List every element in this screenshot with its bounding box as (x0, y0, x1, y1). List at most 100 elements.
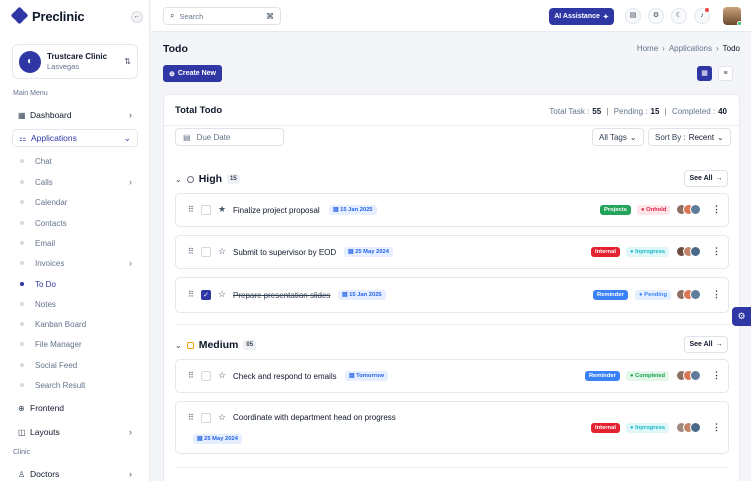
group-count-badge: 05 (243, 340, 257, 350)
sidebar-subitem-social-feed[interactable]: Social Feed (20, 357, 138, 373)
create-new-button[interactable]: ⊕ Create New (163, 65, 222, 82)
bullet-icon (20, 200, 24, 204)
more-options-icon[interactable]: ⋮ (712, 246, 721, 257)
sidebar-subitem-chat[interactable]: Chat (20, 153, 138, 169)
sidebar-subitem-notes[interactable]: Notes (20, 296, 138, 312)
dark-mode-icon[interactable]: ☾ (671, 8, 687, 24)
assignee-avatars[interactable] (676, 246, 701, 257)
task-checkbox[interactable] (201, 371, 211, 381)
sidebar-subitem-label: Calls (35, 177, 53, 187)
status-badge: ● Inprogress (626, 423, 670, 433)
tags-filter-dropdown[interactable]: All Tags ⌄ (592, 128, 644, 146)
settings-icon: ⚙ (737, 311, 746, 321)
clinic-name: Trustcare Clinic (47, 52, 108, 61)
grid-icon: ▦ (701, 70, 708, 77)
assignee-avatars[interactable] (676, 289, 701, 300)
assignee-avatars[interactable] (676, 204, 701, 215)
drag-handle-icon[interactable]: ⠿ (188, 413, 194, 422)
logo[interactable]: Preclinic (10, 6, 85, 25)
see-all-label: See All (689, 341, 713, 348)
calendar-icon[interactable]: ▤ (625, 8, 641, 24)
clinic-switcher[interactable]: ◐ Trustcare Clinic Lasvegas ⇅ (12, 44, 138, 79)
chevron-right-icon: › (129, 258, 132, 268)
star-outline-icon[interactable]: ☆ (218, 289, 226, 300)
assignee-avatars[interactable] (676, 422, 701, 433)
drag-handle-icon[interactable]: ⠿ (188, 371, 194, 380)
task-title: Check and respond to emails (233, 372, 337, 381)
user-avatar[interactable] (723, 7, 742, 26)
ai-assistance-button[interactable]: AI Assistance ✦ (549, 8, 614, 25)
sidebar-item-layouts[interactable]: ◫ Layouts › (12, 423, 138, 441)
dashboard-icon: ▦ (18, 110, 26, 120)
drag-handle-icon[interactable]: ⠿ (188, 290, 194, 299)
assignee-avatars[interactable] (676, 370, 701, 381)
breadcrumb-applications[interactable]: Applications (669, 44, 712, 53)
sidebar-subitem-kanban[interactable]: Kanban Board (20, 316, 138, 332)
sidebar-subitem-email[interactable]: Email (20, 235, 138, 251)
divider (175, 467, 729, 468)
theme-settings-button[interactable]: ⚙ (732, 307, 751, 326)
drag-handle-icon[interactable]: ⠿ (188, 247, 194, 256)
group-count-badge: 15 (227, 174, 240, 184)
star-outline-icon[interactable]: ☆ (218, 246, 226, 257)
search-icon: ⌕ (170, 11, 175, 20)
more-options-icon[interactable]: ⋮ (712, 422, 721, 433)
see-all-button[interactable]: See All → (684, 336, 728, 353)
status-badge: ● Pending (635, 290, 671, 300)
tag-badge: Projects (600, 205, 631, 215)
bullet-icon (20, 221, 24, 225)
star-outline-icon[interactable]: ☆ (218, 370, 226, 381)
sidebar-subitem-calendar[interactable]: Calendar (20, 194, 138, 210)
see-all-button[interactable]: See All → (684, 170, 728, 187)
sidebar-item-label: Applications (31, 133, 77, 143)
sidebar-subitem-label: Notes (35, 299, 56, 309)
task-checkbox[interactable] (201, 247, 211, 257)
arrow-right-icon: → (715, 175, 723, 182)
sidebar-subitem-invoices[interactable]: Invoices › (20, 255, 138, 271)
sidebar-item-frontend[interactable]: ⊕ Frontend (12, 399, 138, 417)
tag-badge: Internal (591, 423, 620, 433)
sidebar-item-doctors[interactable]: ♙ Doctors › (12, 465, 138, 481)
due-date-input[interactable]: ▤ Due Date (175, 128, 284, 146)
clinic-location: Lasvegas (47, 62, 80, 71)
grid-view-button[interactable]: ▦ (697, 66, 712, 81)
settings-icon[interactable]: ⚙ (648, 8, 664, 24)
sidebar-subitem-label: Calendar (35, 197, 68, 207)
task-row[interactable]: ⠿ ☆ Coordinate with department head on p… (175, 401, 729, 454)
sidebar-item-applications[interactable]: ⚏ Applications ⌄ (12, 129, 138, 147)
divider (164, 125, 739, 126)
task-row[interactable]: ⠿ ✓ ☆ Prepare presentation slides ▤ 15 J… (175, 277, 729, 313)
drag-handle-icon[interactable]: ⠿ (188, 205, 194, 214)
breadcrumb-home[interactable]: Home (637, 44, 658, 53)
sort-dropdown[interactable]: Sort By : Recent ⌄ (648, 128, 731, 146)
sidebar-subitem-label: To Do (35, 279, 56, 289)
task-checkbox[interactable] (201, 205, 211, 215)
list-view-button[interactable]: ≡ (718, 66, 733, 81)
sidebar-subitem-file-manager[interactable]: File Manager (20, 336, 138, 352)
sidebar-subitem-todo[interactable]: To Do (20, 276, 138, 292)
due-date-text: Tomorrow (356, 373, 385, 379)
task-row[interactable]: ⠿ ☆ Submit to supervisor by EOD ▤ 25 May… (175, 235, 729, 269)
task-row[interactable]: ⠿ ★ Finalize project proposal ▤ 15 Jan 2… (175, 193, 729, 227)
total-task-value: 55 (592, 107, 602, 116)
ai-assistance-label: AI Assistance (554, 13, 600, 20)
divider (175, 324, 729, 325)
sidebar-collapse-button[interactable]: ← (131, 11, 143, 23)
more-options-icon[interactable]: ⋮ (712, 370, 721, 381)
sidebar-item-dashboard[interactable]: ▦ Dashboard › (12, 106, 138, 124)
task-row[interactable]: ⠿ ☆ Check and respond to emails ▤ Tomorr… (175, 359, 729, 393)
notification-icon[interactable]: ♪ (694, 8, 710, 24)
group-header-medium[interactable]: ⌄ Medium 05 (175, 339, 257, 351)
chevron-down-icon: ⌄ (717, 132, 724, 142)
sidebar-subitem-contacts[interactable]: Contacts (20, 215, 138, 231)
sidebar-subitem-calls[interactable]: Calls › (20, 174, 138, 190)
search-input[interactable]: ⌕ Search ⌘ (163, 7, 281, 25)
more-options-icon[interactable]: ⋮ (712, 289, 721, 300)
more-options-icon[interactable]: ⋮ (712, 204, 721, 215)
star-filled-icon[interactable]: ★ (218, 204, 226, 215)
sidebar-subitem-search-result[interactable]: Search Result (20, 377, 138, 393)
star-outline-icon[interactable]: ☆ (218, 412, 226, 423)
group-header-high[interactable]: ⌄ High 15 (175, 173, 240, 185)
task-checkbox-checked[interactable]: ✓ (201, 290, 211, 300)
task-checkbox[interactable] (201, 413, 211, 423)
